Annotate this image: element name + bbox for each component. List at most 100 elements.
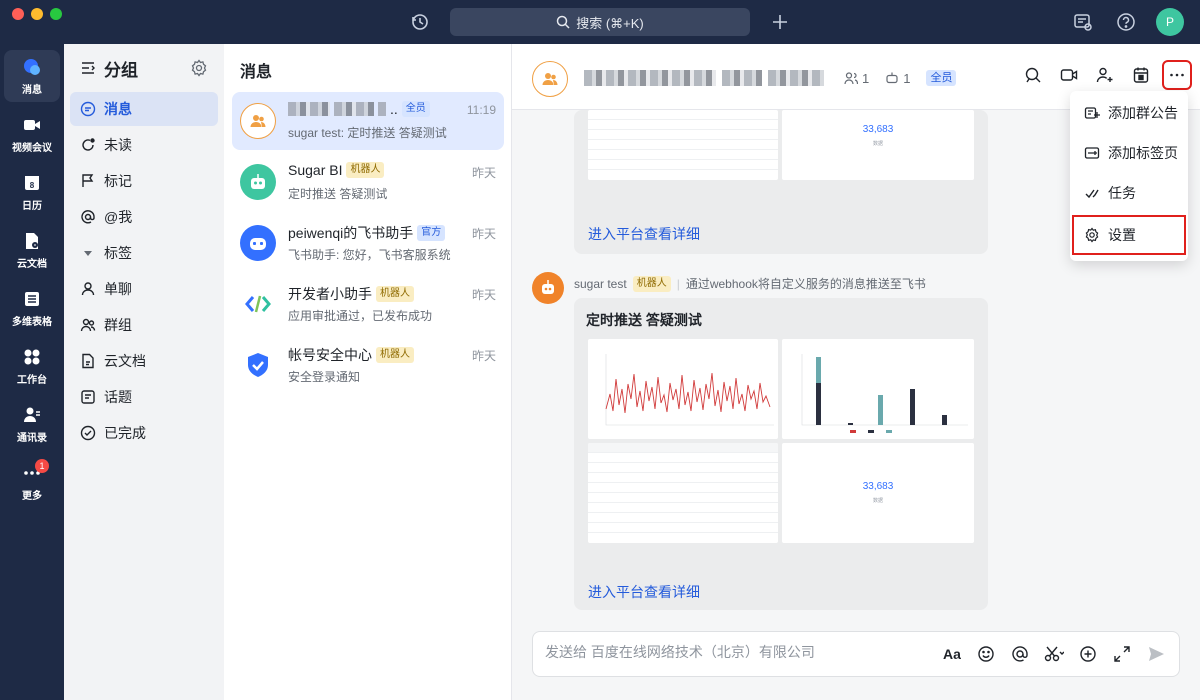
conversation-preview: 安全登录通知 xyxy=(288,370,361,384)
group-item-topics[interactable]: 话题 xyxy=(70,380,218,414)
chat-group-avatar[interactable] xyxy=(532,61,568,97)
code-brackets-icon xyxy=(245,295,271,313)
rail-item-contacts[interactable]: 通讯录 xyxy=(4,398,60,450)
conversation-item[interactable]: Sugar BI 机器人 定时推送 答疑测试 昨天 xyxy=(232,153,504,211)
gear-icon[interactable] xyxy=(190,59,208,77)
mention-icon[interactable] xyxy=(1009,643,1031,665)
view-details-link[interactable]: 进入平台查看详细 xyxy=(574,224,700,244)
menu-item-task[interactable]: 任务 xyxy=(1074,175,1184,211)
video-call-icon[interactable] xyxy=(1056,62,1082,88)
composer-tools: Aa xyxy=(941,643,1167,665)
rail-item-base[interactable]: 多维表格 xyxy=(4,282,60,334)
redacted-text xyxy=(288,102,330,116)
group-icon xyxy=(542,73,558,85)
window-close-button[interactable] xyxy=(12,8,24,20)
chat-header-actions xyxy=(1020,60,1192,90)
group-item-done[interactable]: 已完成 xyxy=(70,416,218,450)
table-panel xyxy=(588,443,778,543)
group-item-groups[interactable]: 群组 xyxy=(70,308,218,342)
group-item-flagged[interactable]: 标记 xyxy=(70,164,218,198)
check-circle-icon xyxy=(80,425,96,441)
sender-name[interactable]: sugar test xyxy=(574,277,627,291)
rail-label: 更多 xyxy=(22,490,42,502)
rail-item-more[interactable]: 更多 1 xyxy=(4,456,60,508)
group-item-label: 话题 xyxy=(104,389,132,405)
message-icon xyxy=(80,101,96,117)
text-format-icon[interactable]: Aa xyxy=(941,643,963,665)
conversation-time: 昨天 xyxy=(471,288,496,302)
expand-icon[interactable] xyxy=(1111,643,1133,665)
menu-item-add-announcement[interactable]: 添加群公告 xyxy=(1074,95,1184,131)
chat-search-icon[interactable] xyxy=(1020,62,1046,88)
redacted-text xyxy=(584,70,716,86)
group-item-label: 云文档 xyxy=(104,353,146,369)
search-bar[interactable]: 搜索 (⌘+K) xyxy=(450,8,750,36)
chat-calendar-icon[interactable] xyxy=(1128,62,1154,88)
group-item-label: 群组 xyxy=(104,317,132,333)
group-item-tags[interactable]: 标签 xyxy=(70,236,218,270)
menu-item-label: 任务 xyxy=(1108,185,1136,201)
group-item-label: @我 xyxy=(104,209,133,225)
window-zoom-button[interactable] xyxy=(50,8,62,20)
conversation-name: .. 全员 xyxy=(288,101,430,117)
add-tab-icon xyxy=(1084,147,1100,159)
search-icon xyxy=(556,15,570,29)
workspace-grid-icon xyxy=(24,349,40,364)
tag-badge: 机器人 xyxy=(376,347,414,363)
sender-avatar[interactable] xyxy=(532,272,564,304)
rail-item-messages[interactable]: 消息 xyxy=(4,50,60,102)
group-item-label: 已完成 xyxy=(104,425,146,441)
rail-item-video-meeting[interactable]: 视频会议 xyxy=(4,108,60,160)
redacted-text xyxy=(334,102,374,116)
history-icon[interactable] xyxy=(408,10,432,34)
rail-label: 消息 xyxy=(22,84,42,96)
person-icon xyxy=(81,282,95,296)
collapse-panel-icon[interactable] xyxy=(80,60,96,76)
message-input[interactable] xyxy=(545,644,925,660)
bot-count-icon xyxy=(886,72,898,84)
more-options-icon[interactable] xyxy=(1162,60,1192,90)
group-item-unread[interactable]: 未读 xyxy=(70,128,218,162)
conversation-item[interactable]: peiwenqi的飞书助手 官方 飞书助手: 您好，飞书客服系统 昨天 xyxy=(232,214,504,272)
send-icon[interactable] xyxy=(1145,643,1167,665)
add-attachment-icon[interactable] xyxy=(1077,643,1099,665)
kpi-label: 数据 xyxy=(872,498,883,504)
add-icon[interactable] xyxy=(768,10,792,34)
help-icon[interactable] xyxy=(1114,10,1138,34)
rail-label: 日历 xyxy=(22,200,42,212)
conversation-list-title: 消息 xyxy=(240,64,273,81)
developer-avatar xyxy=(240,286,276,322)
window-minimize-button[interactable] xyxy=(31,8,43,20)
redacted-text xyxy=(722,70,762,86)
assistant-avatar xyxy=(240,225,276,261)
menu-item-add-tab[interactable]: 添加标签页 xyxy=(1074,135,1184,171)
bot-count: 1 xyxy=(903,70,911,86)
menu-item-settings[interactable]: 设置 xyxy=(1072,215,1186,255)
card-title: 定时推送 答疑测试 xyxy=(586,312,702,328)
group-item-docs[interactable]: 云文档 xyxy=(70,344,218,378)
notification-settings-icon[interactable] xyxy=(1071,10,1095,34)
conversation-item[interactable]: 开发者小助手 机器人 应用审批通过，已发布成功 昨天 xyxy=(232,275,504,333)
group-item-messages[interactable]: 消息 xyxy=(70,92,218,126)
view-details-link[interactable]: 进入平台查看详细 xyxy=(574,582,700,602)
tag-badge: 机器人 xyxy=(632,275,671,292)
conversation-preview: 飞书助手: 您好，飞书客服系统 xyxy=(288,248,451,262)
add-member-icon[interactable] xyxy=(1092,62,1118,88)
rail-item-calendar[interactable]: 8 日历 xyxy=(4,166,60,218)
rail-item-cloud-docs[interactable]: 云文档 xyxy=(4,224,60,276)
task-check-icon xyxy=(1085,189,1099,199)
conversation-item[interactable]: .. 全员 sugar test: 定时推送 答疑测试 11:19 xyxy=(232,92,504,150)
emoji-icon[interactable] xyxy=(975,643,997,665)
screenshot-scissors-icon[interactable] xyxy=(1043,643,1065,665)
video-camera-icon xyxy=(24,119,40,130)
rail-item-workspace[interactable]: 工作台 xyxy=(4,340,60,392)
group-item-direct[interactable]: 单聊 xyxy=(70,272,218,306)
conversation-item[interactable]: 帐号安全中心 机器人 安全登录通知 昨天 xyxy=(232,336,504,394)
tag-badge: 机器人 xyxy=(376,286,414,302)
group-panel: 分组 消息 未读 标记 @我 标签 单聊 群组 云文档 话题 已完成 xyxy=(64,44,224,700)
shield-icon xyxy=(248,353,268,377)
conversation-time: 昨天 xyxy=(471,349,496,363)
bot-avatar xyxy=(240,164,276,200)
group-item-mentions[interactable]: @我 xyxy=(70,200,218,234)
user-avatar[interactable]: P xyxy=(1156,8,1184,36)
